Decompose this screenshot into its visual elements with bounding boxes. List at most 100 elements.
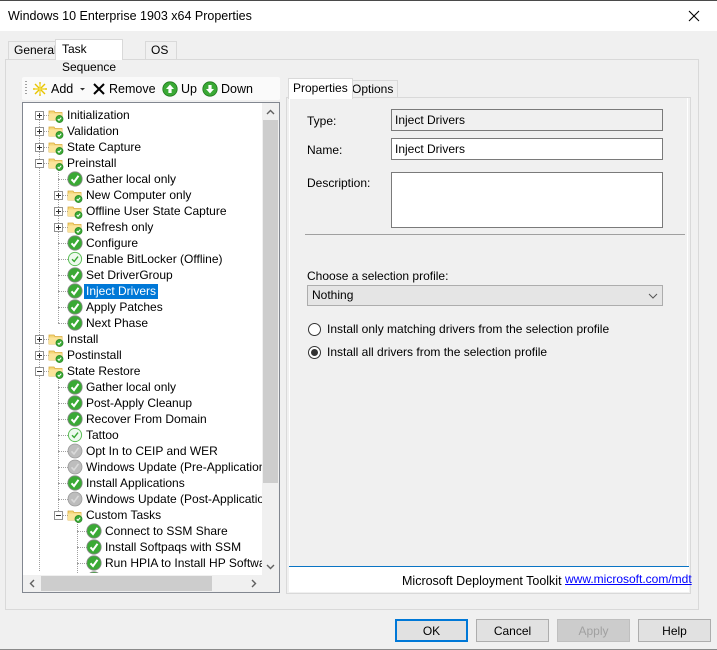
description-textarea[interactable] <box>391 172 663 228</box>
expand-icon[interactable] <box>35 335 44 344</box>
check-circle-icon <box>86 539 102 555</box>
toolbar-grip[interactable] <box>25 81 27 96</box>
chevron-right-icon <box>251 579 256 588</box>
tree-node-label: Windows Update (Pre-Application Installa… <box>86 459 263 474</box>
tab-options[interactable]: Options <box>347 80 399 98</box>
tree-step-node[interactable]: Set DriverGroup <box>67 267 175 283</box>
expand-icon[interactable] <box>54 191 63 200</box>
tree-node-label: Initialization <box>67 107 130 122</box>
tree-step-node[interactable]: Enable BitLocker (Offline) <box>67 251 225 267</box>
tab-task-sequence[interactable]: Task Sequence <box>55 39 124 74</box>
expand-icon[interactable] <box>35 351 44 360</box>
tree-group-node[interactable]: New Computer only <box>67 187 193 203</box>
tree-group-node[interactable]: Custom Tasks <box>67 507 163 523</box>
remove-button[interactable]: Remove <box>92 79 156 98</box>
tree-node-label: Opt In to CEIP and WER <box>86 443 218 458</box>
tab-properties[interactable]: Properties <box>288 78 353 99</box>
radio-circle[interactable] <box>308 345 321 359</box>
expand-icon[interactable] <box>35 143 44 152</box>
scrollbar-corner <box>262 575 279 592</box>
description-label: Description: <box>307 176 371 190</box>
horizontal-scrollbar[interactable] <box>23 575 279 592</box>
radio-install-all[interactable]: Install all drivers from the selection p… <box>308 345 547 359</box>
check-circle-icon <box>67 395 83 411</box>
scroll-right-button[interactable] <box>245 575 262 592</box>
tree-step-node[interactable]: Apply Patches <box>67 299 165 315</box>
apply-button[interactable]: Apply <box>557 619 630 642</box>
up-label: Up <box>181 81 197 96</box>
horizontal-scroll-thumb[interactable] <box>41 576 212 591</box>
tree-step-node[interactable]: Windows Update (Post-Application Install… <box>67 491 263 507</box>
tree-group-node[interactable]: Preinstall <box>48 155 118 171</box>
add-star-icon <box>33 81 47 96</box>
selection-profile-value: Nothing <box>312 288 354 302</box>
tree-node-label: Configure <box>86 235 139 250</box>
selection-profile-dropdown[interactable]: Nothing <box>307 285 663 306</box>
mdt-link[interactable]: www.microsoft.com/mdt <box>565 572 692 586</box>
tree-step-node[interactable]: Post-Apply Cleanup <box>67 395 194 411</box>
vertical-scroll-thumb[interactable] <box>263 120 278 483</box>
tree-node-label: Restart computer <box>103 572 199 574</box>
task-sequence-tree[interactable]: Initialization Validation State Capture Pre… <box>22 102 280 593</box>
tree-step-node[interactable]: Windows Update (Pre-Application Installa… <box>67 459 263 475</box>
tree-group-node[interactable]: Install <box>48 331 100 347</box>
tree-group-node[interactable]: Initialization <box>48 107 132 123</box>
close-button[interactable] <box>671 1 717 31</box>
radio-install-matching[interactable]: Install only matching drivers from the s… <box>308 322 609 336</box>
tree-step-node[interactable]: Recover From Domain <box>67 411 209 427</box>
tree-step-node[interactable]: Restart computer <box>86 571 199 573</box>
tree-step-node[interactable]: Inject Drivers <box>67 283 159 299</box>
tree-group-node[interactable]: Refresh only <box>67 219 155 235</box>
tree-step-node[interactable]: Install Softpaqs with SSM <box>86 539 243 555</box>
tree-step-node[interactable]: Gather local only <box>67 379 178 395</box>
tree-group-node[interactable]: State Capture <box>48 139 143 155</box>
tree-step-node[interactable]: Install Applications <box>67 475 187 491</box>
collapse-icon[interactable] <box>35 367 44 376</box>
tree-group-node[interactable]: State Restore <box>48 363 142 379</box>
tab-os-info[interactable]: OS Info <box>145 41 178 73</box>
help-button[interactable]: Help <box>638 619 711 642</box>
tree-group-node[interactable]: Postinstall <box>48 347 124 363</box>
down-button[interactable]: Down <box>202 79 253 98</box>
tree-node-label: Enable BitLocker (Offline) <box>86 251 223 266</box>
radio-install-all-label: Install all drivers from the selection p… <box>327 345 548 359</box>
close-icon <box>688 10 700 22</box>
folder-check-icon <box>48 126 64 139</box>
folder-check-icon <box>48 158 64 171</box>
tree-group-node[interactable]: Offline User State Capture <box>67 203 229 219</box>
tree-step-node[interactable]: Run HPIA to Install HP Software <box>86 555 263 571</box>
scroll-left-button[interactable] <box>23 575 40 592</box>
down-label: Down <box>221 81 253 96</box>
tree-node-label: Gather local only <box>86 379 177 394</box>
tree-step-node[interactable]: Gather local only <box>67 171 178 187</box>
collapse-icon[interactable] <box>35 159 44 168</box>
expand-icon[interactable] <box>35 127 44 136</box>
radio-circle[interactable] <box>308 322 321 336</box>
vertical-scrollbar[interactable] <box>262 103 279 575</box>
expand-icon[interactable] <box>54 223 63 232</box>
folder-check-icon <box>67 510 83 523</box>
tree-step-node[interactable]: Next Phase <box>67 315 150 331</box>
tree-group-node[interactable]: Validation <box>48 123 121 139</box>
tree-step-node[interactable]: Configure <box>67 235 140 251</box>
chevron-left-icon <box>29 579 34 588</box>
scroll-up-button[interactable] <box>262 103 279 120</box>
cancel-button[interactable]: Cancel <box>476 619 549 642</box>
tree-step-node[interactable]: Tattoo <box>67 427 121 443</box>
scroll-down-button[interactable] <box>262 558 279 575</box>
collapse-icon[interactable] <box>54 511 63 520</box>
folder-check-icon <box>48 350 64 363</box>
chevron-up-icon <box>266 109 275 114</box>
expand-icon[interactable] <box>54 207 63 216</box>
tree-node-label: Install <box>67 331 99 346</box>
tree-step-node[interactable]: Opt In to CEIP and WER <box>67 443 220 459</box>
name-input[interactable]: Inject Drivers <box>391 138 663 160</box>
folder-check-icon <box>67 222 83 235</box>
remove-x-icon <box>93 82 105 95</box>
ok-button[interactable]: OK <box>395 619 468 642</box>
tree-step-node[interactable]: Connect to SSM Share <box>86 523 230 539</box>
selection-profile-label: Choose a selection profile: <box>307 269 449 283</box>
up-button[interactable]: Up <box>162 79 197 98</box>
expand-icon[interactable] <box>35 111 44 120</box>
add-button[interactable]: Add <box>32 79 87 98</box>
